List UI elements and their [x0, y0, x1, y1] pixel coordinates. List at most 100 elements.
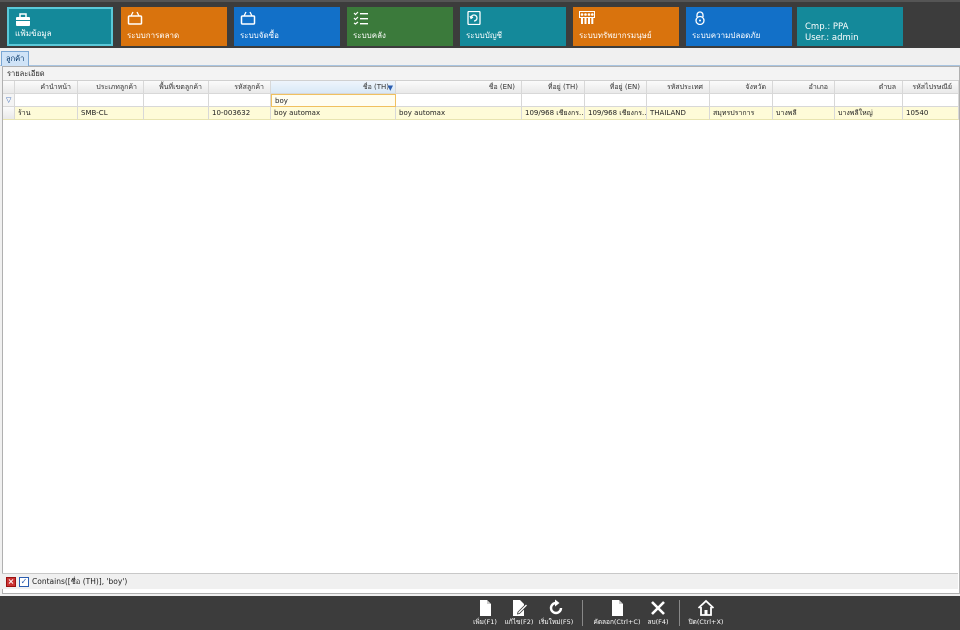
ribbon: แฟ้มข้อมูล ระบบการตลาด ระบบจัดซื้อ ระบบค…: [0, 0, 960, 48]
tile-label: แฟ้มข้อมูล: [15, 29, 52, 38]
briefcase-icon: [15, 13, 31, 27]
filter-row-funnel-icon: ▽: [3, 94, 15, 107]
cell-country-code[interactable]: THAILAND: [647, 107, 710, 120]
column-header-address-th[interactable]: ที่อยู่ (TH): [522, 81, 585, 94]
tile-label: ระบบการตลาด: [127, 31, 180, 40]
tab-strip: ลูกค้า: [0, 48, 960, 66]
user-name: User.: admin: [805, 33, 859, 43]
tile-hr[interactable]: ระบบทรัพยากรมนุษย์: [573, 7, 679, 46]
cell-name-en[interactable]: boy automax: [396, 107, 522, 120]
cell-customer-code[interactable]: 10-003632: [209, 107, 271, 120]
tile-data-file[interactable]: แฟ้มข้อมูล: [7, 7, 113, 46]
filter-cell-province[interactable]: [710, 94, 773, 107]
new-doc-icon: [476, 599, 494, 617]
work-area: ลูกค้า รายละเอียด คำนำหน้า ประเภทลูกค้า …: [0, 48, 960, 596]
grid-filter-row: ▽ boy: [3, 94, 959, 107]
cell-district[interactable]: บางพลี: [773, 107, 835, 120]
filter-cell-customer-area[interactable]: [144, 94, 209, 107]
cell-postal-code[interactable]: 10540: [903, 107, 959, 120]
filter-cell-customer-code[interactable]: [209, 94, 271, 107]
tile-label: ระบบความปลอดภัย: [692, 31, 761, 40]
tile-marketing[interactable]: ระบบการตลาด: [121, 7, 227, 46]
close-button[interactable]: ปิด(Ctrl+X): [686, 599, 726, 629]
column-header-name-en[interactable]: ชื่อ (EN): [396, 81, 522, 94]
customer-grid: คำนำหน้า ประเภทลูกค้า พื้นที่เขตลูกค้า ร…: [3, 81, 959, 120]
filter-enabled-checkbox[interactable]: ✓: [19, 577, 29, 587]
filter-cell-name-en[interactable]: [396, 94, 522, 107]
filter-cell-district[interactable]: [773, 94, 835, 107]
tile-accounting[interactable]: ระบบบัญชี: [460, 7, 566, 46]
cell-prefix[interactable]: ร้าน: [15, 107, 78, 120]
column-header-customer-type[interactable]: ประเภทลูกค้า: [78, 81, 144, 94]
filter-cell-postal-code[interactable]: [903, 94, 959, 107]
people-icon: [579, 11, 595, 25]
tile-label: ระบบทรัพยากรมนุษย์: [579, 31, 652, 40]
delete-button-label: ลบ(F4): [647, 618, 669, 626]
toolbar-divider: [679, 600, 680, 626]
tile-inventory[interactable]: ระบบคลัง: [347, 7, 453, 46]
filter-cell-customer-type[interactable]: [78, 94, 144, 107]
filter-funnel-icon[interactable]: ▼: [388, 82, 393, 93]
tile-security[interactable]: ระบบความปลอดภัย: [686, 7, 792, 46]
copy-button[interactable]: คัดลอก(Ctrl+C): [590, 599, 644, 629]
filter-input-name-th[interactable]: boy: [271, 94, 396, 107]
column-header-name-th[interactable]: ชื่อ (TH) ▼: [271, 81, 396, 94]
bottom-toolbar: เพิ่ม(F1) แก้ไข(F2) เริ่มใหม่(F5) คัดลอก…: [0, 596, 960, 630]
column-header-postal-code[interactable]: รหัสไปรษณีย์: [903, 81, 959, 94]
clear-filter-icon[interactable]: ×: [6, 577, 16, 587]
cell-address-th[interactable]: 109/968 เชียงกร...: [522, 107, 585, 120]
grid-header-row: คำนำหน้า ประเภทลูกค้า พื้นที่เขตลูกค้า ร…: [3, 81, 959, 94]
home-icon: [697, 599, 715, 617]
column-header-address-en[interactable]: ที่อยู่ (EN): [585, 81, 647, 94]
tile-label: ระบบคลัง: [353, 31, 386, 40]
checklist-icon: [353, 11, 369, 25]
filter-expression[interactable]: Contains([ชื่อ (TH)], 'boy'): [32, 576, 127, 587]
edit-button-label: แก้ไข(F2): [504, 618, 534, 626]
refresh-button[interactable]: เริ่มใหม่(F5): [536, 599, 576, 629]
cell-province[interactable]: สมุทรปราการ: [710, 107, 773, 120]
tile-label: ระบบบัญชี: [466, 31, 503, 40]
cell-address-en[interactable]: 109/968 เชียงกร...: [585, 107, 647, 120]
filter-cell-address-th[interactable]: [522, 94, 585, 107]
add-button[interactable]: เพิ่ม(F1): [470, 599, 500, 629]
table-row[interactable]: ร้าน SMB-CL 10-003632 boy automax boy au…: [3, 107, 959, 120]
company-user-tile: Cmp.: PPA User.: admin: [797, 7, 903, 46]
filter-cell-country-code[interactable]: [647, 94, 710, 107]
cell-name-th[interactable]: boy automax: [271, 107, 396, 120]
cell-customer-type[interactable]: SMB-CL: [78, 107, 144, 120]
column-header-province[interactable]: จังหวัด: [710, 81, 773, 94]
close-button-label: ปิด(Ctrl+X): [688, 618, 724, 626]
column-header-customer-code[interactable]: รหัสลูกค้า: [209, 81, 271, 94]
column-header-prefix[interactable]: คำนำหน้า: [15, 81, 78, 94]
filter-status-bar: × ✓ Contains([ชื่อ (TH)], 'boy'): [2, 573, 958, 589]
copy-doc-icon: [608, 599, 626, 617]
delete-button[interactable]: ลบ(F4): [644, 599, 672, 629]
basket-icon: [240, 11, 256, 25]
basket-icon: [127, 11, 143, 25]
row-indicator[interactable]: [3, 107, 15, 120]
column-header-subdistrict[interactable]: ตำบล: [835, 81, 903, 94]
column-header-district[interactable]: อำเภอ: [773, 81, 835, 94]
filter-cell-subdistrict[interactable]: [835, 94, 903, 107]
column-header-customer-area[interactable]: พื้นที่เขตลูกค้า: [144, 81, 209, 94]
cell-customer-area[interactable]: [144, 107, 209, 120]
edit-button[interactable]: แก้ไข(F2): [502, 599, 536, 629]
refresh-icon: [547, 599, 565, 617]
delete-x-icon: [649, 599, 667, 617]
lock-icon: [692, 11, 708, 25]
column-header-label: ชื่อ (TH): [362, 83, 389, 91]
refresh-button-label: เริ่มใหม่(F5): [538, 618, 574, 626]
tile-purchasing[interactable]: ระบบจัดซื้อ: [234, 7, 340, 46]
filter-cell-prefix[interactable]: [15, 94, 78, 107]
row-indicator-header: [3, 81, 15, 94]
detail-panel: รายละเอียด คำนำหน้า ประเภทลูกค้า พื้นที่…: [2, 66, 960, 594]
add-button-label: เพิ่ม(F1): [473, 618, 497, 626]
copy-button-label: คัดลอก(Ctrl+C): [593, 618, 641, 626]
refresh-doc-icon: [466, 11, 482, 25]
column-header-country-code[interactable]: รหัสประเทศ: [647, 81, 710, 94]
tab-customer[interactable]: ลูกค้า: [1, 51, 30, 66]
filter-cell-address-en[interactable]: [585, 94, 647, 107]
company-code: Cmp.: PPA: [805, 22, 849, 32]
tile-label: ระบบจัดซื้อ: [240, 31, 279, 40]
cell-subdistrict[interactable]: บางพลีใหญ่: [835, 107, 903, 120]
